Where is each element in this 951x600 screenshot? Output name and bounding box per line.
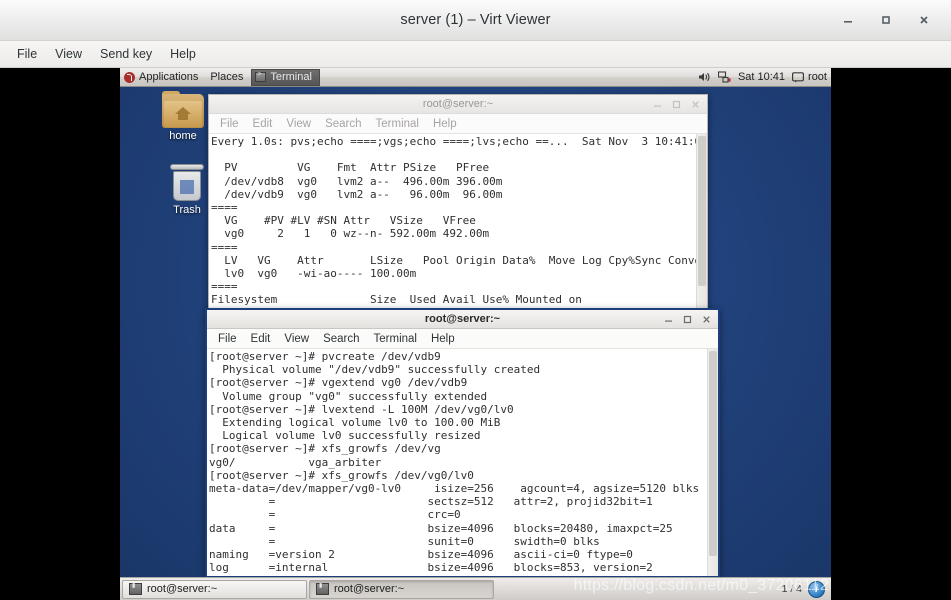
terminal-2-maximize-button[interactable] [678,311,697,328]
terminal-2-menu-edit[interactable]: Edit [244,331,278,347]
terminal-icon [255,71,267,82]
terminal-2-menu-file[interactable]: File [211,331,244,347]
terminal-1-window-controls [648,95,705,113]
user-icon [792,71,805,83]
virt-viewer-window: server (1) – Virt Viewer File View Send … [0,0,951,600]
terminal-1-scrollbar[interactable] [696,134,707,313]
terminal-1-menu-terminal[interactable]: Terminal [369,116,426,132]
page-title: server (1) – Virt Viewer [400,12,551,28]
terminal-1-titlebar[interactable]: root@server:~ [209,95,707,114]
desktop-icon-home[interactable]: home [150,91,216,142]
terminal-2-minimize-button[interactable] [659,311,678,328]
terminal-1-menu-help[interactable]: Help [426,116,464,132]
terminal-1-menu-view[interactable]: View [279,116,318,132]
home-folder-icon [162,91,204,128]
guest-desktop[interactable]: Applications Places Terminal [120,68,831,600]
terminal-2-menu-help[interactable]: Help [424,331,462,347]
terminal-1-close-button[interactable] [686,96,705,113]
terminal-1-body[interactable]: Every 1.0s: pvs;echo ====;vgs;echo ====;… [209,134,707,313]
terminal-2-menu-search[interactable]: Search [316,331,366,347]
terminal-1-title: root@server:~ [422,98,494,110]
terminal-icon [316,582,329,595]
minimize-button[interactable] [829,0,867,40]
terminal-1-scrollbar-thumb[interactable] [698,136,706,286]
desktop-icon-home-label: home [169,130,197,142]
terminal-2-body[interactable]: [root@server ~]# pvcreate /dev/vdb9 Phys… [207,349,718,576]
panel-clock[interactable]: Sat 10:41 [738,71,785,83]
terminal-1-menu-file[interactable]: File [213,116,246,132]
terminal-1-menu-search[interactable]: Search [318,116,368,132]
terminal-2-titlebar[interactable]: root@server:~ [207,310,718,329]
terminal-2-close-button[interactable] [697,311,716,328]
terminal-icon [129,582,142,595]
app-menubar: File View Send key Help [0,41,951,68]
workspace-switcher[interactable]: 1 / 4 [781,580,829,598]
notification-icon[interactable] [808,580,825,598]
terminal-2-title: root@server:~ [424,313,501,325]
terminal-2-menu-terminal[interactable]: Terminal [367,331,424,347]
applications-menu-label: Applications [139,71,199,83]
menu-send-key[interactable]: Send key [91,44,161,64]
terminal-window-1[interactable]: root@server:~ File Edit View Search Term… [208,94,708,314]
terminal-1-minimize-button[interactable] [648,96,667,113]
window-controls [829,0,943,40]
menu-view[interactable]: View [46,44,91,64]
gnome-bottom-taskbar: root@server:~ root@server:~ 1 / 4 [120,577,831,600]
menu-help[interactable]: Help [161,44,205,64]
taskbar-button-2-label: root@server:~ [334,583,405,595]
close-button[interactable] [905,0,943,40]
vm-display-area[interactable]: Applications Places Terminal [0,68,951,600]
speaker-icon[interactable] [698,71,711,83]
user-menu[interactable]: root [792,71,827,83]
taskbar-button-terminal-1[interactable]: root@server:~ [122,579,307,599]
terminal-2-scrollbar[interactable] [707,349,718,576]
terminal-2-menu-view[interactable]: View [277,331,316,347]
panel-window-task-terminal[interactable]: Terminal [251,68,320,86]
terminal-2-window-controls [659,310,716,328]
terminal-window-2[interactable]: root@server:~ File Edit View Search Term… [205,308,720,578]
applications-menu[interactable]: Applications [120,68,204,86]
network-icon[interactable] [717,71,731,83]
panel-window-task-label: Terminal [270,71,312,83]
menu-file[interactable]: File [8,44,46,64]
terminal-2-menubar: File Edit View Search Terminal Help [207,329,718,349]
fedora-logo-icon [124,71,135,83]
taskbar-button-terminal-2[interactable]: root@server:~ [309,579,494,599]
terminal-1-menubar: File Edit View Search Terminal Help [209,114,707,134]
terminal-1-maximize-button[interactable] [667,96,686,113]
trash-icon [170,164,204,202]
window-titlebar: server (1) – Virt Viewer [0,0,951,41]
taskbar-button-1-label: root@server:~ [147,583,218,595]
places-menu[interactable]: Places [204,68,249,86]
user-menu-label: root [808,71,827,83]
terminal-2-output: [root@server ~]# pvcreate /dev/vdb9 Phys… [209,350,700,576]
workspace-indicator: 1 / 4 [781,583,802,595]
maximize-button[interactable] [867,0,905,40]
terminal-1-menu-edit[interactable]: Edit [246,116,280,132]
terminal-2-scrollbar-thumb[interactable] [709,351,717,556]
terminal-1-output: Every 1.0s: pvs;echo ====;vgs;echo ====;… [211,135,696,313]
gnome-top-panel: Applications Places Terminal [120,68,831,87]
places-menu-label: Places [210,71,244,83]
